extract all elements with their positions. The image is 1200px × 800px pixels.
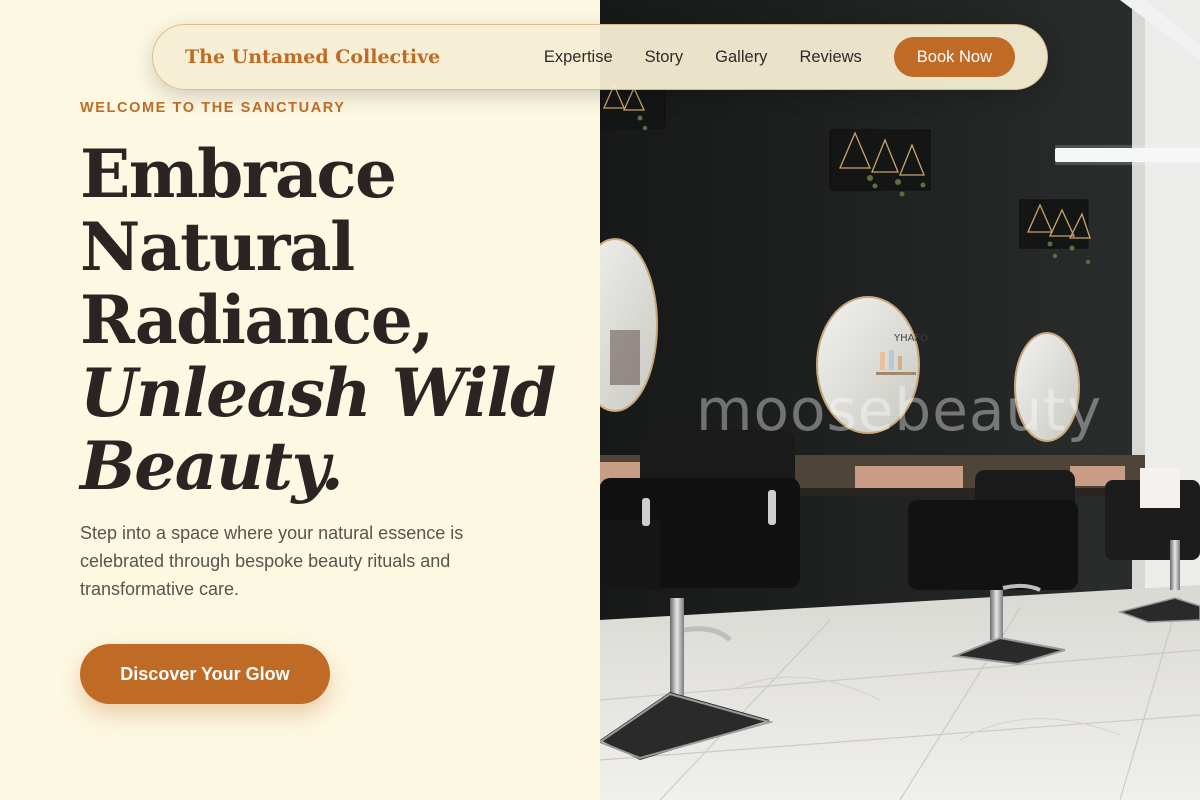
brand-logo-text[interactable]: The Untamed Collective <box>185 46 440 68</box>
top-navbar: The Untamed Collective Expertise Story G… <box>152 24 1048 90</box>
nav-link-gallery[interactable]: Gallery <box>715 48 767 67</box>
salon-hero-image: YHAFO moosebeauty <box>600 0 1200 800</box>
headline-italic-line: Unleash Wild <box>80 354 556 432</box>
nav-link-reviews[interactable]: Reviews <box>799 48 861 67</box>
nav-link-expertise[interactable]: Expertise <box>544 48 613 67</box>
hero-eyebrow: WELCOME TO THE SANCTUARY <box>80 100 346 116</box>
hero-subtext: Step into a space where your natural ess… <box>80 523 464 599</box>
headline-line: Embrace <box>80 135 397 213</box>
image-watermark: moosebeauty <box>696 376 1103 444</box>
hero-headline: Embrace Natural Radiance, Unleash Wild B… <box>80 138 580 503</box>
book-now-button[interactable]: Book Now <box>893 37 1015 77</box>
headline-line: Radiance, <box>80 281 434 359</box>
mirror-reflection-sign: YHAFO <box>893 333 928 344</box>
discover-your-glow-button[interactable]: Discover Your Glow <box>80 644 330 704</box>
headline-italic-line: Beauty. <box>80 427 344 505</box>
headline-line: Natural <box>80 208 355 286</box>
nav-links: Expertise Story Gallery Reviews <box>544 48 862 67</box>
nav-link-story[interactable]: Story <box>645 48 684 67</box>
